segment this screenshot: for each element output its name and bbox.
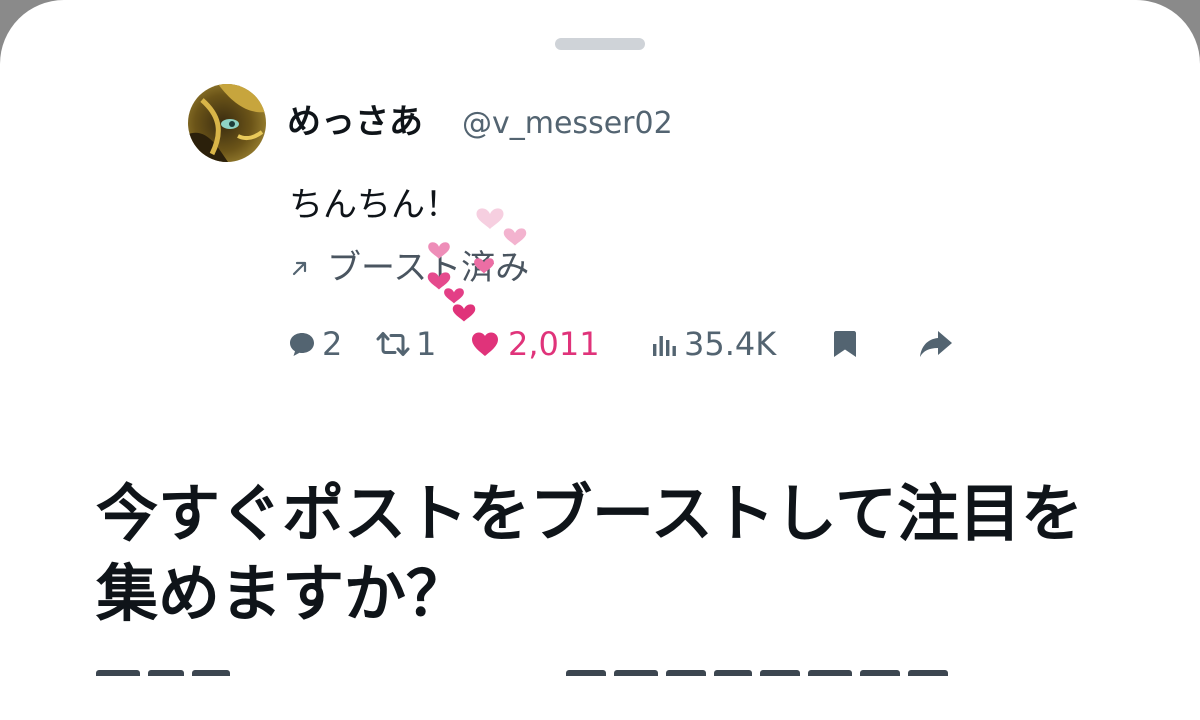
boost-prompt-headline: 今すぐポストをブーストして注目を集めますか？: [96, 477, 1084, 630]
like-count: 2,011: [508, 325, 600, 363]
bookmark-button[interactable]: [832, 322, 858, 366]
bookmark-icon: [834, 331, 856, 357]
reply-button[interactable]: 2: [288, 322, 342, 366]
views-button[interactable]: 35.4K: [652, 322, 776, 366]
bottom-sheet: めっさあ @v_messer02 ちんちん！ ブースト済み 2 1 2,011 …: [0, 0, 1200, 720]
author-handle[interactable]: @v_messer02: [462, 104, 673, 144]
repost-count: 1: [416, 325, 437, 363]
post-text: ちんちん！: [289, 185, 459, 225]
heart-icon: [472, 332, 498, 356]
boost-status: ブースト済み: [289, 246, 529, 290]
repost-button[interactable]: 1: [376, 322, 436, 366]
share-button[interactable]: [918, 322, 954, 366]
sheet-drag-handle[interactable]: [555, 38, 645, 50]
views-icon: [653, 336, 676, 356]
boost-arrow-icon: [292, 261, 307, 276]
reply-icon: [290, 333, 314, 356]
avatar[interactable]: [188, 84, 266, 162]
share-icon: [920, 331, 952, 357]
like-button[interactable]: 2,011: [470, 322, 600, 366]
author-name[interactable]: めっさあ: [287, 100, 423, 144]
views-count: 35.4K: [684, 325, 777, 363]
repost-icon: [376, 332, 410, 356]
reply-count: 2: [322, 325, 343, 363]
boost-prompt-description-cropped: [96, 668, 1096, 683]
boost-status-label: ブースト済み: [327, 248, 530, 288]
